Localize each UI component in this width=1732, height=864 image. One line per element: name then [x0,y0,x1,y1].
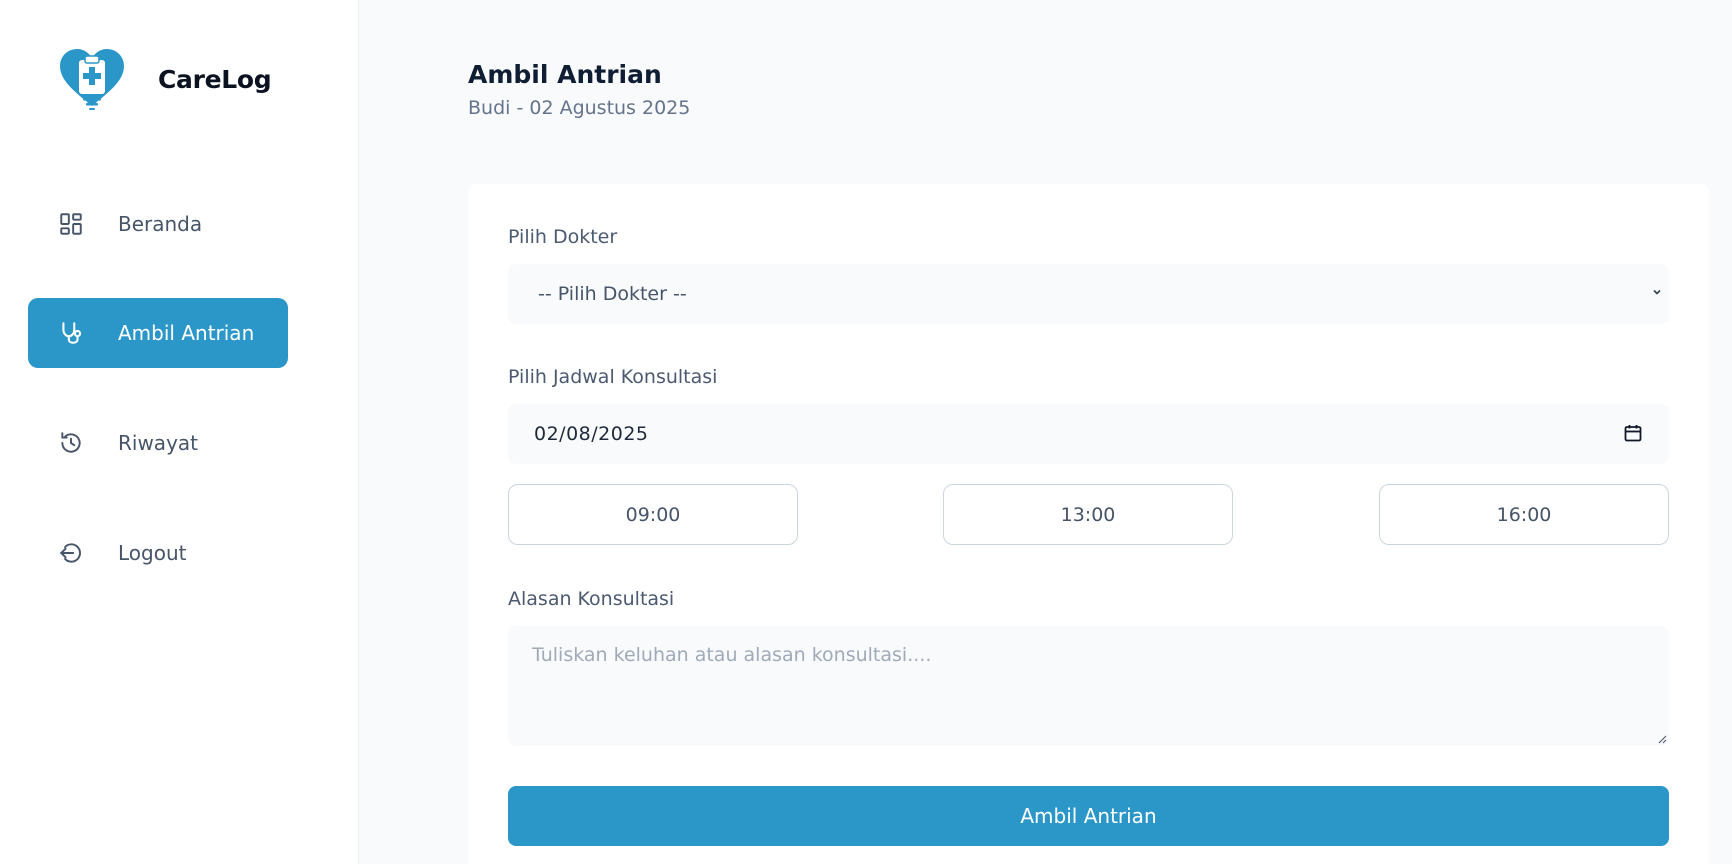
time-slot-button[interactable]: 09:00 [508,484,798,545]
brand-name: CareLog [158,64,272,94]
main-content: Ambil Antrian Budi - 02 Agustus 2025 Pil… [360,0,1732,864]
page-subtitle: Budi - 02 Agustus 2025 [468,97,691,119]
history-icon [58,430,84,456]
submit-queue-button[interactable]: Ambil Antrian [508,786,1669,846]
reason-label: Alasan Konsultasi [508,588,675,610]
reason-textarea[interactable]: Tuliskan keluhan atau alasan konsultasi.… [508,626,1669,746]
sidebar-item-ambil-antrian[interactable]: Ambil Antrian [28,298,288,368]
time-slot-button[interactable]: 16:00 [1379,484,1669,545]
heart-clipboard-medical-icon [60,49,124,110]
time-slot-button[interactable]: 13:00 [943,484,1233,545]
doctor-select-value: -- Pilih Dokter -- [538,283,687,305]
resize-handle-icon[interactable] [1657,734,1667,744]
sidebar-item-riwayat[interactable]: Riwayat [28,408,288,478]
doctor-select[interactable]: -- Pilih Dokter -- [508,264,1669,324]
sidebar: CareLog Beranda Ambil Antrian Riwayat Lo… [0,0,359,864]
sidebar-item-label: Ambil Antrian [118,321,255,345]
sidebar-item-beranda[interactable]: Beranda [28,189,288,259]
reason-placeholder: Tuliskan keluhan atau alasan konsultasi.… [532,644,932,666]
date-input[interactable]: 02/08/2025 [508,404,1669,464]
schedule-label: Pilih Jadwal Konsultasi [508,366,718,388]
page-title: Ambil Antrian [468,60,662,89]
logout-icon [58,540,84,566]
doctor-label: Pilih Dokter [508,226,618,248]
dashboard-icon [58,211,84,237]
date-value: 02/08/2025 [534,423,649,445]
sidebar-item-label: Logout [118,541,187,565]
stethoscope-icon [58,320,84,346]
sidebar-item-label: Riwayat [118,431,198,455]
calendar-icon[interactable] [1623,423,1643,443]
brand[interactable]: CareLog [56,46,272,112]
sidebar-item-logout[interactable]: Logout [28,518,288,588]
queue-form-card: Pilih Dokter -- Pilih Dokter -- Pilih Ja… [468,184,1709,864]
sidebar-item-label: Beranda [118,212,203,236]
chevron-down-icon [1653,289,1661,295]
